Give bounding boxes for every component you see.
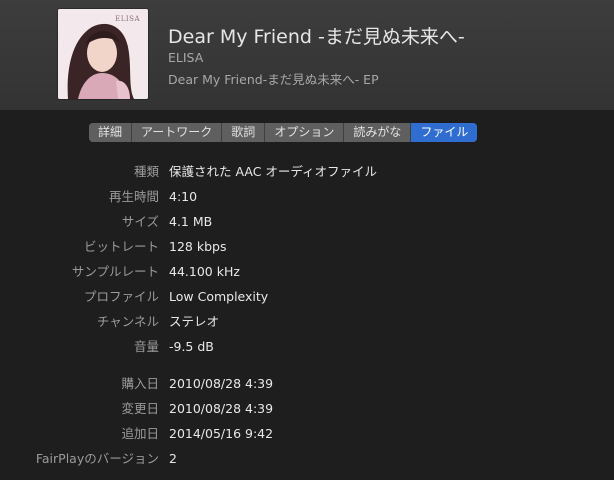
info-value: 2010/08/28 4:39 (169, 376, 274, 391)
info-value: 44.100 kHz (169, 264, 240, 279)
info-value: ステレオ (169, 314, 220, 329)
info-value: 2014/05/16 9:42 (169, 426, 274, 441)
info-row-channels: チャンネル ステレオ (0, 313, 614, 331)
tab-options[interactable]: オプション (265, 123, 345, 142)
file-info-window: ELISA Dear My Friend -まだ見ぬ未来へ- ELISA Dea… (0, 0, 614, 480)
info-label: サイズ (121, 214, 159, 229)
album-artwork-icon: ELISA (58, 9, 148, 99)
info-row-sample-rate: サンプルレート 44.100 kHz (0, 263, 614, 281)
info-tab-bar: 詳細 アートワーク 歌詞 オプション 読みがな ファイル (89, 123, 478, 142)
info-row-kind: 種類 保護された AAC オーディオファイル (0, 163, 614, 181)
info-row-profile: プロファイル Low Complexity (0, 288, 614, 306)
info-value: 2010/08/28 4:39 (169, 401, 274, 416)
info-row-purchased: 購入日 2010/08/28 4:39 (0, 375, 614, 393)
tab-lyrics[interactable]: 歌詞 (222, 123, 266, 142)
info-value: 保護された AAC オーディオファイル (169, 164, 378, 179)
info-row-size: サイズ 4.1 MB (0, 213, 614, 231)
info-label: FairPlayのバージョン (35, 451, 159, 466)
info-label: プロファイル (83, 289, 159, 304)
info-label: ビットレート (83, 239, 159, 254)
info-row-volume: 音量 -9.5 dB (0, 338, 614, 356)
info-label: 再生時間 (108, 189, 159, 204)
info-label: 種類 (133, 164, 159, 179)
info-label: 音量 (133, 339, 159, 354)
info-row-added: 追加日 2014/05/16 9:42 (0, 425, 614, 443)
info-label: 追加日 (121, 426, 159, 441)
info-row-duration: 再生時間 4:10 (0, 188, 614, 206)
info-row-fairplay: FairPlayのバージョン 2 (0, 450, 614, 468)
song-album: Dear My Friend-まだ見ぬ未来へ- EP (168, 72, 379, 87)
song-title: Dear My Friend -まだ見ぬ未来へ- (168, 26, 465, 48)
artwork-text: ELISA (115, 15, 140, 23)
tab-file[interactable]: ファイル (411, 123, 478, 142)
info-value: 128 kbps (169, 239, 227, 254)
tab-details[interactable]: 詳細 (89, 123, 133, 142)
info-row-modified: 変更日 2010/08/28 4:39 (0, 400, 614, 418)
info-label: 変更日 (121, 401, 159, 416)
tab-artwork[interactable]: アートワーク (132, 123, 223, 142)
info-value: Low Complexity (169, 289, 269, 304)
info-value: 2 (169, 451, 177, 466)
info-row-bitrate: ビットレート 128 kbps (0, 238, 614, 256)
info-value: -9.5 dB (169, 339, 214, 354)
info-value: 4:10 (169, 189, 198, 204)
info-label: サンプルレート (71, 264, 159, 279)
info-label: チャンネル (96, 314, 159, 329)
song-header: ELISA Dear My Friend -まだ見ぬ未来へ- ELISA Dea… (0, 0, 614, 110)
info-label: 購入日 (121, 376, 159, 391)
song-artist: ELISA (168, 50, 204, 65)
tab-sorting[interactable]: 読みがな (344, 123, 412, 142)
info-value: 4.1 MB (169, 214, 213, 229)
